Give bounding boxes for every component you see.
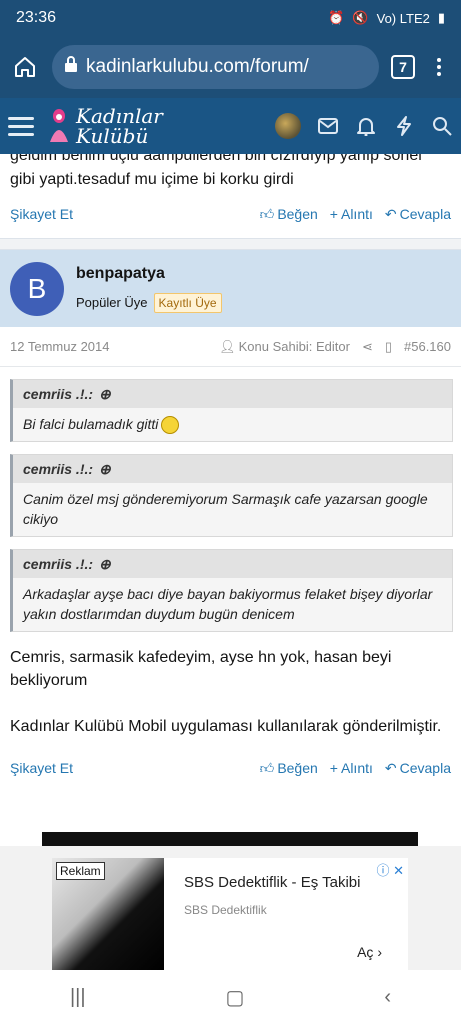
user-avatar-letter[interactable]: B: [10, 261, 64, 316]
post-date[interactable]: 12 Temmuz 2014: [10, 339, 110, 354]
report-link[interactable]: Şikayet Et: [10, 206, 73, 222]
mail-icon[interactable]: [317, 115, 339, 137]
ad-label: Reklam: [56, 862, 105, 880]
like-label: Beğen: [277, 760, 318, 777]
like-button[interactable]: 👍︎ Beğen: [260, 206, 318, 223]
user-role: Popüler Üye: [76, 295, 148, 310]
report-link[interactable]: Şikayet Et: [10, 760, 73, 776]
back-icon[interactable]: ‹: [384, 986, 391, 1009]
ad-open-button[interactable]: Aç ›: [357, 944, 382, 960]
post-number[interactable]: #56.160: [404, 339, 451, 354]
thumbs-up-icon: 👍︎: [259, 759, 275, 776]
status-bar: 23:36 ⏰ 🔇 Vo) LTE2 ▮: [0, 0, 461, 36]
arrow-up-circle-icon[interactable]: ⊕: [99, 386, 111, 403]
reply-icon: ↶: [384, 205, 397, 222]
quote-text: Canim özel msj gönderemiyorum Sarmaşık c…: [23, 491, 428, 528]
status-icons: ⏰ 🔇 Vo) LTE2 ▮: [328, 10, 445, 26]
quote-author[interactable]: cemriis .!.:: [23, 556, 93, 572]
browser-menu-icon[interactable]: [427, 58, 451, 76]
lock-icon: [64, 56, 78, 78]
alarm-icon: ⏰: [328, 10, 345, 25]
system-nav-bar: ||| ▢ ‹: [0, 970, 461, 1024]
post-text-partial: geldim benim uçlu aampullerden biri cızı…: [10, 154, 422, 164]
quote-block: cemriis .!.: ⊕ Bi falci bulamadık gitti: [10, 379, 453, 443]
plus-icon: +: [329, 760, 338, 777]
url-text: kadinlarkulubu.com/forum/: [86, 56, 309, 77]
plus-icon: +: [329, 206, 338, 222]
quote-label: Alıntı: [340, 760, 373, 777]
bell-icon[interactable]: [355, 115, 377, 137]
ad-banner-top: [42, 832, 418, 846]
user-badge: Kayıtlı Üye: [153, 292, 222, 313]
mute-icon: 🔇: [352, 10, 369, 25]
post-actions: Şikayet Et 👍︎ Beğen + Alıntı ↶ Cevapla: [0, 194, 461, 234]
quote-label: Alıntı: [340, 206, 373, 222]
hamburger-menu-icon[interactable]: [8, 116, 34, 136]
bookmark-icon[interactable]: ▯: [385, 339, 392, 355]
clock: 23:36: [16, 9, 57, 26]
ad-title[interactable]: SBS Dedektiflik - Eş Takibi: [184, 874, 408, 891]
user-avatar[interactable]: [275, 113, 301, 139]
quote-block: cemriis .!.: ⊕ Arkadaşlar ayşe bacı diye …: [10, 549, 453, 633]
logo-line-1: Kadınlar: [76, 104, 163, 128]
thread-owner-label: Konu Sahibi: Editor: [238, 339, 350, 354]
site-logo[interactable]: Kadınlar Kulübü: [46, 106, 163, 146]
bolt-icon[interactable]: [393, 115, 415, 137]
quote-text: Arkadaşlar ayşe bacı diye bayan bakiyorm…: [23, 586, 433, 623]
username-link[interactable]: benpapatya: [76, 265, 222, 283]
battery-icon: ▮: [437, 10, 445, 25]
thread-owner: 👤︎ Konu Sahibi: Editor: [219, 339, 350, 355]
url-bar[interactable]: kadinlarkulubu.com/forum/: [52, 45, 379, 89]
quote-author[interactable]: cemriis .!.:: [23, 461, 93, 477]
post-signature: Kadınlar Kulübü Mobil uygulaması kullanı…: [10, 718, 442, 736]
ad-close-icon[interactable]: ⓘ ✕: [376, 860, 404, 879]
site-header: Kadınlar Kulübü: [0, 98, 461, 154]
post-meta: 12 Temmuz 2014 👤︎ Konu Sahibi: Editor ⋖ ▯…: [0, 327, 461, 367]
share-icon[interactable]: ⋖: [362, 339, 373, 355]
reply-label: Cevapla: [399, 760, 451, 777]
network-label: Vo) LTE2: [376, 10, 430, 26]
post-body: geldim benim uçlu aampullerden biri cızı…: [0, 154, 461, 194]
post-text: gibi yapti.tesaduf mu içime bi korku gir…: [10, 171, 294, 188]
ad-card[interactable]: Reklam SBS Dedektiflik - Eş Takibi SBS D…: [0, 846, 461, 970]
reply-label: Cevapla: [399, 206, 451, 222]
reply-button[interactable]: ↶ Cevapla: [385, 206, 451, 223]
search-icon[interactable]: [431, 115, 453, 137]
logo-figure-icon: [50, 109, 68, 142]
ad-area: Reklam SBS Dedektiflik - Eş Takibi SBS D…: [0, 832, 461, 970]
reply-button[interactable]: ↶ Cevapla: [385, 760, 451, 777]
arrow-up-circle-icon[interactable]: ⊕: [99, 556, 111, 573]
post-actions: Şikayet Et 👍︎ Beğen + Alıntı ↶ Cevapla: [0, 748, 461, 788]
like-label: Beğen: [277, 206, 318, 222]
like-button[interactable]: 👍︎ Beğen: [260, 760, 318, 777]
post-separator: [0, 238, 461, 250]
person-icon: 👤︎: [219, 338, 236, 354]
post-body: Cemris, sarmasik kafedeyim, ayse hn yok,…: [0, 632, 461, 738]
quote-button[interactable]: + Alıntı: [330, 760, 373, 776]
quote-author[interactable]: cemriis .!.:: [23, 386, 93, 402]
quote-text: Bi falci bulamadık gitti: [23, 416, 159, 432]
ad-image[interactable]: Reklam: [52, 858, 164, 970]
quote-button[interactable]: + Alıntı: [330, 206, 373, 222]
arrow-up-circle-icon[interactable]: ⊕: [99, 461, 111, 478]
post-text: Cemris, sarmasik kafedeyim, ayse hn yok,…: [10, 649, 392, 690]
smiley-icon: [161, 416, 180, 435]
quote-block: cemriis .!.: ⊕ Canim özel msj gönderemiyo…: [10, 454, 453, 538]
home-circle-icon[interactable]: ▢: [226, 985, 245, 1010]
tab-switcher-button[interactable]: 7: [391, 55, 415, 79]
ad-subtitle: SBS Dedektiflik: [184, 903, 267, 917]
recent-apps-icon[interactable]: |||: [70, 986, 86, 1009]
logo-line-2: Kulübü: [76, 124, 149, 148]
ad-open-label: Aç: [357, 944, 374, 960]
thread-content: geldim benim uçlu aampullerden biri cızı…: [0, 154, 461, 788]
thumbs-up-icon: 👍︎: [259, 205, 275, 222]
home-icon[interactable]: [10, 52, 40, 82]
post-user-header: B benpapatya Popüler Üye Kayıtlı Üye: [0, 250, 461, 327]
reply-icon: ↶: [384, 759, 397, 776]
browser-toolbar: kadinlarkulubu.com/forum/ 7: [0, 36, 461, 98]
